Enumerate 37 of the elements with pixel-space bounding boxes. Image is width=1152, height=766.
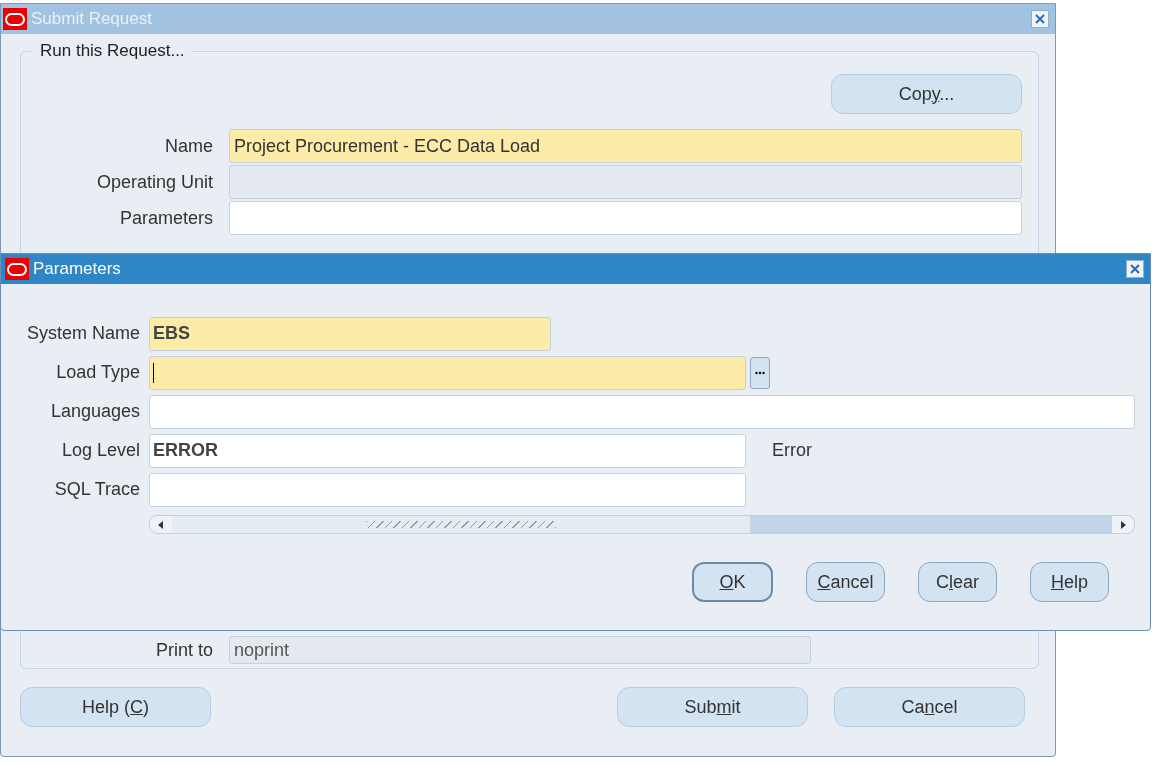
close-icon[interactable] [1126,260,1144,278]
field-description: Error [772,440,812,461]
dialog-button[interactable]: Submit [617,687,808,727]
dialog-button[interactable]: Help (C) [20,687,211,727]
field-label: Load Type [55,362,141,383]
dialog-button[interactable]: Cancel [834,687,1025,727]
dialog-button[interactable]: Cancel [806,562,885,602]
field-label: System Name [25,323,141,344]
close-icon[interactable] [1031,10,1049,28]
window-title: Submit Request [31,9,153,29]
field-label: Name [164,135,214,157]
field-label: Log Level [60,440,141,461]
field-label: SQL Trace [53,479,141,500]
list-of-values-button[interactable] [750,356,770,389]
input-field[interactable]: ERROR [149,433,746,468]
input-field[interactable] [149,355,746,390]
input-field[interactable] [149,394,1135,429]
dialog-button[interactable]: OK [692,562,773,602]
input-field[interactable] [229,165,1022,199]
input-field[interactable] [149,472,746,507]
input-field[interactable] [229,201,1022,235]
scroll-right-icon[interactable] [1120,520,1126,529]
window-title: Parameters [33,259,122,279]
dialog-button[interactable]: Help [1030,562,1109,602]
field-label: Languages [49,401,141,422]
scroll-left-icon[interactable] [158,520,164,529]
input-field[interactable]: noprint [229,636,811,664]
field-label: Operating Unit [95,171,214,193]
copy-button[interactable]: Copy... [831,74,1022,114]
field-label: Print to [154,639,214,661]
dialog-button[interactable]: Clear [918,562,997,602]
horizontal-scrollbar[interactable] [149,515,1135,534]
ellipsis-icon [755,370,765,375]
input-field[interactable]: EBS [149,316,551,351]
group-title: Run this Request... [33,41,192,61]
input-field[interactable]: Project Procurement - ECC Data Load [229,129,1022,163]
field-label: Parameters [118,207,214,229]
